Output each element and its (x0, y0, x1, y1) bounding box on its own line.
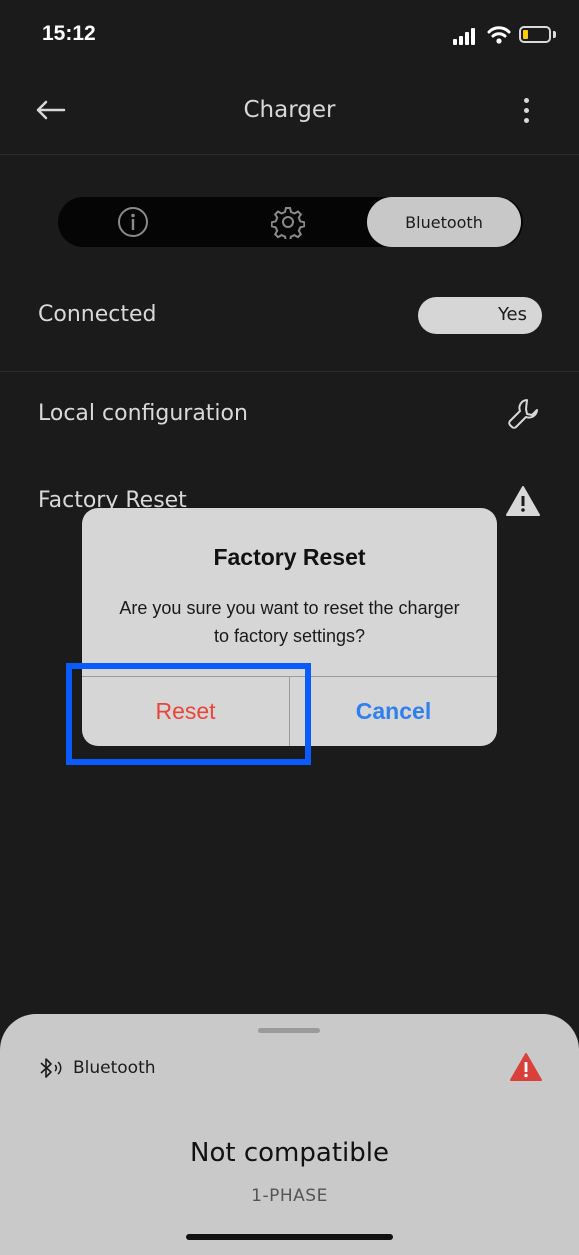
connected-value: Yes (497, 304, 527, 325)
gear-icon (271, 207, 305, 239)
compatibility-status: Not compatible (190, 1138, 389, 1168)
reset-button[interactable]: Reset (82, 677, 289, 746)
divider (0, 371, 579, 372)
more-vertical-icon[interactable] (514, 94, 538, 128)
dialog-title: Factory Reset (213, 544, 366, 570)
connected-label: Connected (38, 302, 157, 327)
tab-settings[interactable] (253, 197, 323, 247)
phase-label: 1-PHASE (251, 1186, 328, 1206)
wrench-icon[interactable] (505, 396, 541, 432)
signal-icon (453, 27, 481, 45)
status-time: 15:12 (42, 22, 96, 45)
tab-info[interactable] (98, 197, 168, 247)
dialog-message: Are you sure you want to reset the charg… (119, 598, 460, 646)
header: Charger (0, 70, 579, 155)
sheet-handle[interactable] (258, 1028, 320, 1033)
home-indicator (186, 1234, 393, 1240)
bluetooth-icon (40, 1058, 62, 1078)
warning-icon (510, 1053, 542, 1081)
cancel-button[interactable]: Cancel (290, 677, 497, 746)
page-title: Charger (243, 97, 336, 123)
segmented-tabs: Bluetooth (58, 197, 523, 247)
local-config-label[interactable]: Local configuration (38, 401, 248, 426)
screen: 15:12 Charger Bluetooth Connected Yes Lo… (0, 0, 579, 1255)
wifi-icon (487, 26, 511, 44)
status-bar: 15:12 (0, 0, 579, 70)
connected-toggle[interactable]: Yes (418, 297, 542, 334)
battery-tip (553, 31, 556, 38)
factory-reset-dialog: Factory Reset Are you sure you want to r… (82, 508, 497, 746)
bottom-sheet: Bluetooth Not compatible 1-PHASE (0, 1014, 579, 1255)
bluetooth-label: Bluetooth (73, 1058, 156, 1078)
tab-bluetooth[interactable]: Bluetooth (367, 197, 521, 247)
battery-icon (519, 26, 551, 43)
warning-icon (506, 486, 540, 516)
info-icon (118, 207, 148, 237)
